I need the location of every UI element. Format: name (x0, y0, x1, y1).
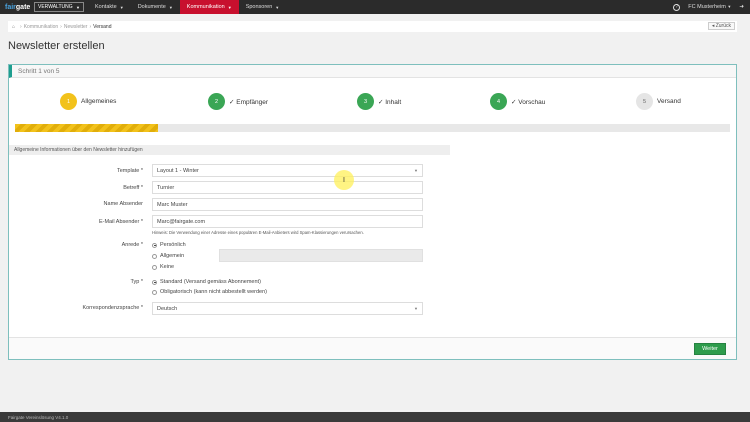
top-navbar: fairgate VERWALTUNG ▼ Kontakte ▼ Dokument… (0, 0, 750, 14)
page-footer: Fairgate Vereinslösung V4.1.0 (0, 412, 750, 422)
brand-logo[interactable]: fairgate (0, 4, 34, 11)
mode-select-value: VERWALTUNG (38, 4, 73, 10)
brand-suffix: gate (15, 3, 31, 11)
breadcrumb-separator: › (60, 23, 62, 30)
typ-label: Typ * (130, 279, 143, 285)
email-absender-value: Marc@fairgate.com (157, 218, 206, 225)
help-icon[interactable]: ? (673, 3, 681, 11)
breadcrumb-item-newsletter[interactable]: Newsletter (64, 24, 88, 30)
korrespondenzsprache-value: Deutsch (157, 305, 178, 312)
chevron-down-icon: ▼ (227, 4, 232, 10)
anrede-option-keine[interactable]: Keine (152, 264, 174, 270)
template-label: Template * (117, 168, 143, 174)
club-menu[interactable]: FC Musterheim ▼ (688, 4, 731, 10)
mouse-cursor-highlight: I (334, 170, 354, 190)
section-title: Allgemeine Informationen über den Newsle… (9, 145, 450, 155)
korrespondenzsprache-label: Korrespondenzsprache * (82, 305, 143, 311)
betreff-input[interactable]: Turnier (152, 181, 423, 194)
template-select[interactable]: Layout 1 - Winter ▼ (152, 164, 423, 177)
home-icon[interactable]: ⌂ (12, 24, 15, 30)
wizard-step-versand[interactable]: 5 Versand (636, 93, 681, 110)
step-label: ✓ Vorschau (511, 98, 546, 106)
name-absender-value: Marc Muster (157, 201, 188, 208)
next-button[interactable]: Weiter (694, 343, 726, 355)
korrespondenzsprache-select[interactable]: Deutsch ▼ (152, 302, 423, 315)
radio-label: Standard (Versand gemäss Abonnement) (160, 279, 261, 285)
wizard-step-vorschau[interactable]: 4 ✓ Vorschau (490, 93, 545, 110)
betreff-value: Turnier (157, 184, 175, 191)
nav-kommunikation[interactable]: Kommunikation ▼ (179, 0, 239, 14)
radio-icon[interactable] (152, 279, 157, 285)
step-label: ✓ Empfänger (229, 98, 269, 106)
mode-select[interactable]: VERWALTUNG ▼ (34, 2, 84, 12)
step-number: 1 (60, 93, 77, 110)
step-label: ✓ Inhalt (378, 98, 402, 106)
radio-label: Allgemein (160, 253, 185, 259)
name-absender-label: Name Absender (103, 201, 143, 207)
nav-label: Kommunikation (186, 4, 225, 10)
wizard-step-inhalt[interactable]: 3 ✓ Inhalt (357, 93, 401, 110)
back-button-label: Zurück (715, 23, 731, 29)
text-cursor-icon: I (343, 176, 345, 184)
radio-icon[interactable] (152, 242, 157, 248)
step-number: 4 (490, 93, 507, 110)
anrede-custom-input[interactable] (219, 249, 423, 262)
step-number: 2 (208, 93, 225, 110)
breadcrumb-separator: › (20, 23, 22, 30)
nav-label: Sponsoren (245, 4, 273, 10)
wizard-panel: Schritt 1 von 5 1 Allgemeines 2 ✓ Empfän… (8, 64, 737, 360)
template-select-value: Layout 1 - Winter (157, 167, 199, 174)
radio-label: Obligatorisch (kann nicht abbestellt wer… (160, 289, 268, 295)
radio-icon[interactable] (152, 264, 157, 270)
chevron-down-icon: ▼ (76, 4, 80, 10)
nav-dokumente[interactable]: Dokumente ▼ (131, 0, 180, 14)
typ-option-standard[interactable]: Standard (Versand gemäss Abonnement) (152, 279, 261, 285)
chevron-down-icon: ▼ (727, 4, 732, 9)
back-button[interactable]: ◂ Zurück (707, 22, 735, 30)
page-title: Newsletter erstellen (8, 40, 105, 52)
betreff-label: Betreff * (123, 185, 143, 191)
nav-label: Dokumente (137, 4, 166, 10)
name-absender-input[interactable]: Marc Muster (152, 198, 423, 211)
club-name: FC Musterheim (688, 4, 726, 10)
chevron-down-icon: ▼ (275, 4, 280, 10)
radio-label: Persönlich (160, 242, 186, 248)
email-absender-input[interactable]: Marc@fairgate.com (152, 215, 423, 228)
chevron-down-icon: ▼ (119, 4, 124, 10)
radio-label: Keine (160, 264, 175, 270)
email-absender-label: E-Mail Absender * (98, 219, 143, 225)
nav-label: Kontakte (95, 4, 117, 10)
back-arrow-icon: ◂ (711, 23, 715, 29)
wizard-step-empfaenger[interactable]: 2 ✓ Empfänger (208, 93, 268, 110)
breadcrumb-separator: › (89, 23, 92, 30)
anrede-option-persoenlich[interactable]: Persönlich (152, 242, 186, 248)
chevron-down-icon: ▼ (414, 306, 418, 311)
chevron-down-icon: ▼ (168, 4, 173, 10)
typ-option-obligatorisch[interactable]: Obligatorisch (kann nicht abbestellt wer… (152, 289, 267, 295)
breadcrumb-item-kommunikation[interactable]: Kommunikation (24, 24, 58, 30)
anrede-label: Anrede * (121, 242, 143, 248)
wizard-progress-fill (15, 124, 158, 132)
chevron-down-icon: ▼ (414, 168, 418, 173)
step-number: 3 (357, 93, 374, 110)
step-number: 5 (636, 93, 653, 110)
step-label: Versand (657, 98, 681, 105)
breadcrumb-item-current: Versand (93, 23, 112, 30)
wizard-footer: Weiter (9, 337, 736, 359)
wizard-header: Schritt 1 von 5 (9, 65, 736, 78)
wizard-step-allgemeines[interactable]: 1 Allgemeines (60, 93, 116, 110)
top-right-tools: ? FC Musterheim ▼ ➜ (673, 3, 750, 11)
radio-icon[interactable] (152, 253, 157, 259)
anrede-option-allgemein[interactable]: Allgemein (152, 253, 184, 259)
breadcrumb: ⌂ › Kommunikation › Newsletter › Versand… (8, 21, 737, 32)
step-label: Allgemeines (81, 98, 117, 105)
brand-prefix: fair (5, 3, 16, 11)
email-hint: Hinweis: Die Verwendung einer Adresse ei… (152, 230, 364, 235)
radio-icon[interactable] (152, 289, 157, 295)
wizard-progress-bar (15, 124, 730, 132)
nav-kontakte[interactable]: Kontakte ▼ (88, 0, 131, 14)
nav-sponsoren[interactable]: Sponsoren ▼ (239, 0, 287, 14)
logout-icon[interactable]: ➜ (739, 4, 744, 10)
